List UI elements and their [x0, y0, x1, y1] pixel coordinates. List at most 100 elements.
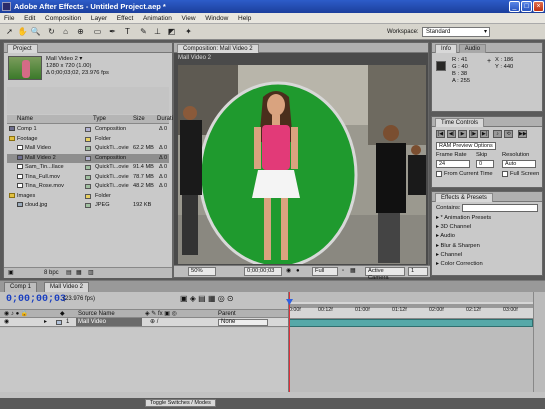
menu-effect[interactable]: Effect	[113, 13, 138, 24]
comp-viewer[interactable]	[178, 65, 426, 264]
eraser-tool-icon[interactable]: ◩	[166, 26, 177, 37]
eye-icon[interactable]: ◉	[4, 318, 9, 326]
timeline-graph-area[interactable]: 0:00f 00:12f 01:00f 01:12f 02:00f 02:12f 03:00…	[286, 292, 545, 392]
skip-select[interactable]: 0	[476, 160, 494, 168]
effects-category-item[interactable]: ▸ Channel	[436, 252, 462, 259]
type-tool-icon[interactable]: T	[122, 26, 133, 37]
region-of-interest-icon[interactable]: ▫	[342, 266, 344, 277]
hand-tool-icon[interactable]: ✋	[17, 26, 28, 37]
project-item-row[interactable]: Tina_Rose.mov QuickTi...ovie 48.2 MB Δ 0	[7, 182, 169, 191]
menu-edit[interactable]: Edit	[20, 13, 39, 24]
camera-select[interactable]: Active Camera	[365, 267, 405, 281]
brush-tool-icon[interactable]: ✎	[138, 26, 149, 37]
close-icon[interactable]: ×	[533, 1, 544, 12]
resolution-select[interactable]: Full	[312, 267, 338, 276]
label-swatch[interactable]	[85, 184, 91, 189]
rectangle-mask-tool-icon[interactable]: ▭	[92, 26, 103, 37]
interpret-footage-icon[interactable]: ▣	[8, 268, 14, 279]
next-frame-icon[interactable]: |▶	[469, 130, 478, 138]
menu-view[interactable]: View	[178, 13, 200, 24]
effects-category-item[interactable]: ▸ 3D Channel	[436, 224, 471, 231]
pan-behind-tool-icon[interactable]: ⊕	[75, 26, 86, 37]
col-type[interactable]: Type	[93, 115, 106, 124]
timeline-timecode[interactable]: 0;00;00;03	[6, 294, 66, 305]
layer-name[interactable]: Mall Video	[76, 318, 142, 326]
source-name-header[interactable]: Source Name	[78, 310, 115, 318]
effects-category-item[interactable]: ▸ * Animation Presets	[436, 215, 491, 222]
tab-project[interactable]: Project	[7, 44, 38, 53]
workspace-select[interactable]: Standard ▾	[422, 27, 490, 37]
zoom-tool-icon[interactable]: 🔍	[30, 26, 41, 37]
menu-layer[interactable]: Layer	[87, 13, 111, 24]
prev-frame-icon[interactable]: ◀|	[447, 130, 456, 138]
menu-window[interactable]: Window	[201, 13, 232, 24]
new-folder-icon[interactable]: ▤	[66, 268, 72, 279]
label-swatch[interactable]	[85, 127, 91, 132]
label-swatch[interactable]	[85, 146, 91, 151]
zoom-select[interactable]: 50%	[188, 267, 216, 276]
menu-help[interactable]: Help	[234, 13, 255, 24]
effects-category-item[interactable]: ▸ Audio	[436, 233, 455, 240]
ram-preview-select[interactable]: RAM Preview Options	[436, 142, 496, 150]
first-frame-icon[interactable]: |◀	[436, 130, 445, 138]
project-item-name[interactable]: Mall Video 2 ▾	[46, 56, 82, 63]
tab-info[interactable]: Info	[435, 44, 458, 53]
play-icon[interactable]: ▶	[458, 130, 467, 138]
project-item-row[interactable]: Mall Video QuickTi...ovie 62.2 MB Δ 0	[7, 144, 169, 153]
timeline-switch-icons[interactable]: ▣ ◈ ▤ ▦ ◎ ⊙	[180, 294, 234, 303]
parent-header[interactable]: Parent	[218, 310, 236, 318]
project-item-row[interactable]: Sam_Tin...Ilace QuickTi...ovie 91.4 MB Δ 0	[7, 163, 169, 172]
resolution-select-tc[interactable]: Auto	[502, 160, 536, 168]
project-item-row[interactable]: Images Folder	[7, 192, 169, 201]
menu-animation[interactable]: Animation	[139, 13, 176, 24]
maximize-icon[interactable]: □	[521, 1, 532, 12]
toggle-switches-modes-button[interactable]: Toggle Switches / Modes	[145, 399, 216, 407]
project-item-row[interactable]: Comp 1 Composition Δ 0	[7, 125, 169, 134]
label-swatch[interactable]	[85, 165, 91, 170]
camera-tool-icon[interactable]: ⌂	[60, 26, 71, 37]
col-size[interactable]: Size	[133, 115, 145, 124]
puppet-tool-icon[interactable]: ✦	[183, 26, 194, 37]
tab-audio[interactable]: Audio	[458, 44, 487, 53]
menu-file[interactable]: File	[0, 13, 18, 24]
project-item-row[interactable]: Footage Folder	[7, 135, 169, 144]
twirl-icon[interactable]: ▸	[44, 318, 47, 326]
comp-timecode[interactable]: 0;00;00;03	[244, 267, 282, 276]
label-swatch[interactable]	[85, 193, 91, 199]
minimize-icon[interactable]: _	[509, 1, 520, 12]
layer-switches-icons[interactable]: ⊕ /	[150, 318, 158, 326]
tab-composition[interactable]: Composition: Mall Video 2	[177, 44, 259, 53]
label-swatch[interactable]	[85, 174, 91, 180]
layer-row[interactable]: ◉ ▸ 1 Mall Video ⊕ / None	[0, 318, 288, 327]
time-ruler[interactable]: 0:00f 00:12f 01:00f 01:12f 02:00f 02:12f 03:00…	[289, 302, 533, 319]
project-item-row[interactable]: Mall Video 2 Composition Δ 0	[7, 153, 169, 163]
rotate-tool-icon[interactable]: ↻	[46, 26, 57, 37]
snapshot-icon[interactable]: ◉	[286, 266, 291, 277]
tab-mall-video-2[interactable]: Mall Video 2	[44, 282, 89, 292]
from-current-checkbox[interactable]	[436, 171, 442, 177]
tab-time-controls[interactable]: Time Controls	[435, 118, 485, 127]
trash-icon[interactable]: ▥	[88, 268, 94, 279]
layer-label-color[interactable]	[56, 320, 62, 325]
loop-icon[interactable]: ⟲	[504, 130, 513, 138]
label-swatch[interactable]	[85, 155, 91, 161]
current-time-indicator[interactable]	[286, 292, 293, 392]
full-screen-checkbox[interactable]	[502, 171, 508, 177]
layer-duration-bar[interactable]	[289, 319, 533, 327]
views-select[interactable]: 1 View	[408, 267, 428, 276]
tab-effects-presets[interactable]: Effects & Presets	[435, 193, 493, 202]
selection-tool-icon[interactable]: ➚	[4, 26, 15, 37]
tab-comp-1[interactable]: Comp 1	[4, 282, 38, 292]
menu-composition[interactable]: Composition	[41, 13, 85, 24]
last-frame-icon[interactable]: ▶|	[480, 130, 489, 138]
col-name[interactable]: Name	[17, 115, 33, 124]
bpc-label[interactable]: 8 bpc	[44, 268, 59, 279]
label-swatch[interactable]	[85, 136, 91, 142]
parent-select[interactable]: None	[218, 319, 268, 326]
transparency-grid-icon[interactable]: ▦	[350, 266, 356, 277]
search-input[interactable]	[462, 204, 538, 212]
effects-category-item[interactable]: ▸ Blur & Sharpen	[436, 243, 480, 250]
new-comp-icon[interactable]: ▦	[76, 268, 82, 279]
project-item-row[interactable]: Tina_Full.mov QuickTi...ovie 78.7 MB Δ 0	[7, 173, 169, 182]
audio-icon[interactable]: ♪	[493, 130, 502, 138]
